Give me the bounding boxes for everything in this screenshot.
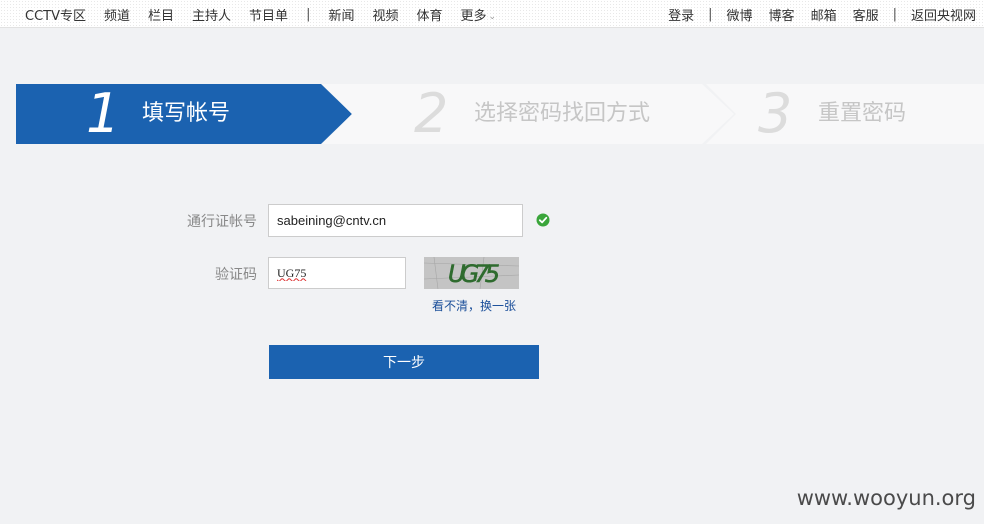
nav-more-label: 更多 [460,9,487,24]
blog-link[interactable]: 博客 [769,5,795,24]
step-label: 填写帐号 [142,101,231,126]
step-reset-password: 3 重置密码 [706,84,984,144]
nav-hosts[interactable]: 主持人 [192,5,231,24]
step-fill-account: 1 填写帐号 [16,84,352,144]
captcha-image[interactable]: UG75 [424,257,519,289]
back-to-cctv-link[interactable]: 返回央视网 [911,5,976,24]
nav-channels[interactable]: 频道 [104,5,130,24]
nav-right: 登录 | 微博 博客 邮箱 客服 | 返回央视网 [660,5,984,24]
step-label: 重置密码 [818,101,907,126]
step-number: 2 [414,82,449,145]
captcha-label: 验证码 [215,267,257,283]
nav-columns[interactable]: 栏目 [148,5,174,24]
check-circle-icon [536,213,550,227]
nav-schedule[interactable]: 节目单 [249,5,288,24]
account-label: 通行证帐号 [187,214,257,230]
captcha-graphic: UG75 [424,257,519,289]
captcha-text: UG75 [448,260,500,288]
nav-left: CCTV专区 频道 栏目 主持人 节目单 | 新闻 视频 体育 更多 ⌄ [25,5,514,24]
step-number: 3 [758,82,793,145]
account-input[interactable] [268,204,523,237]
nav-more[interactable]: 更多 ⌄ [461,5,497,24]
nav-separator: | [708,7,713,22]
nav-video[interactable]: 视频 [372,5,398,24]
nav-sports[interactable]: 体育 [416,5,442,24]
refresh-captcha-link[interactable]: 看不清，换一张 [432,297,516,314]
step-choose-recovery-method: 2 选择密码找回方式 [322,84,734,144]
captcha-input[interactable] [268,257,406,289]
nav-separator: | [892,7,897,22]
chevron-down-icon: ⌄ [488,11,497,22]
next-step-button[interactable]: 下一步 [269,345,539,379]
login-link[interactable]: 登录 [668,5,694,24]
nav-separator: | [306,7,311,22]
top-navigation: CCTV专区 频道 栏目 主持人 节目单 | 新闻 视频 体育 更多 ⌄ 登录 |… [0,0,984,28]
watermark: www.wooyun.org [796,486,976,510]
nav-cctv-zone[interactable]: CCTV专区 [25,5,86,24]
weibo-link[interactable]: 微博 [727,5,753,24]
nav-news[interactable]: 新闻 [328,5,354,24]
step-label: 选择密码找回方式 [474,101,651,126]
service-link[interactable]: 客服 [853,5,879,24]
progress-steps: 1 填写帐号 2 选择密码找回方式 3 重置密码 [16,84,984,144]
mail-link[interactable]: 邮箱 [811,5,837,24]
step-number: 1 [86,82,121,145]
